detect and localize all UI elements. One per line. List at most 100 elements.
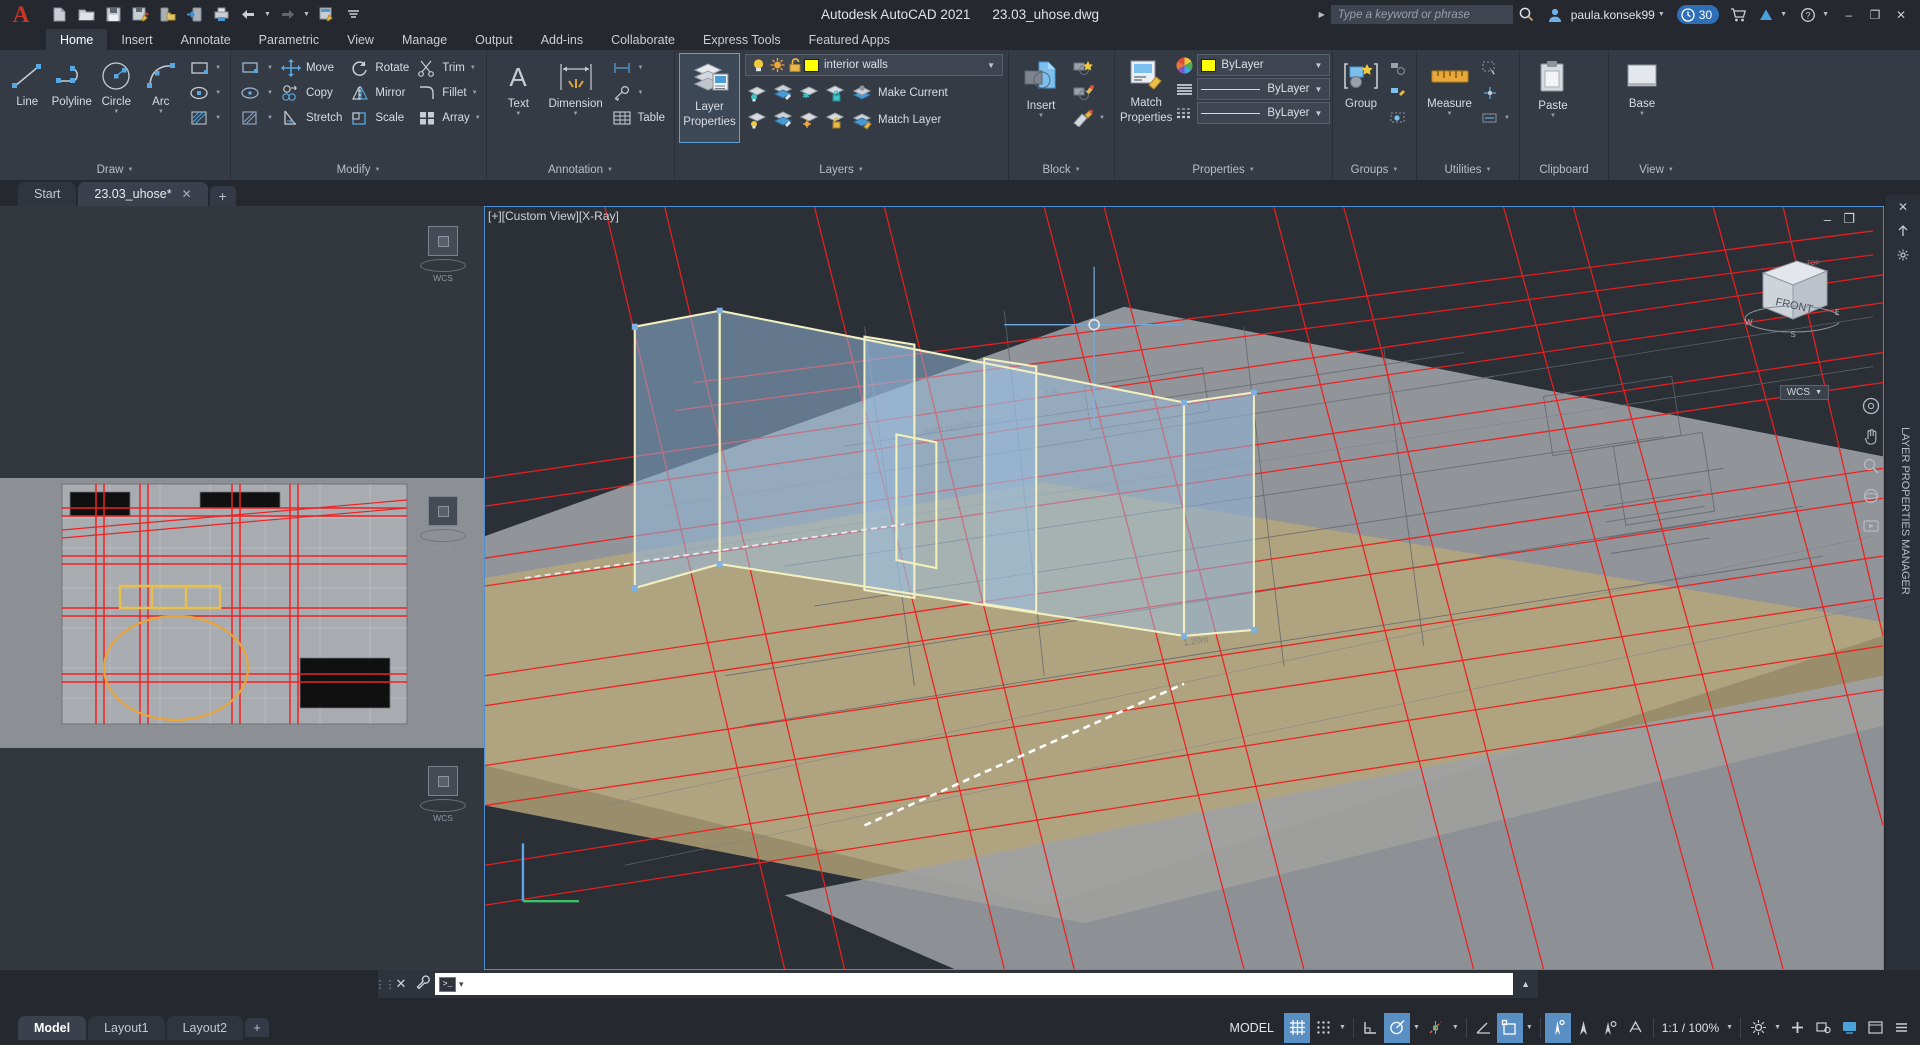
tab-parametric[interactable]: Parametric <box>245 29 333 50</box>
group-edit-button[interactable] <box>1385 80 1411 105</box>
paste-button[interactable]: Paste ▼ <box>1525 55 1581 119</box>
selection-cycling-toggle[interactable] <box>1597 1013 1623 1043</box>
draw-circle-caret-icon[interactable]: ▼ <box>113 109 119 115</box>
customization-menu-icon[interactable] <box>1888 1013 1914 1043</box>
object-snap-tracking-caret-icon[interactable]: ▼ <box>1449 1024 1462 1031</box>
shopping-cart-icon[interactable] <box>1724 0 1752 29</box>
panel-block-title[interactable]: Block ▼ <box>1009 159 1114 180</box>
drawing-canvas[interactable]: main facade section 1.20m A-A <box>485 207 1883 969</box>
command-history-caret-icon[interactable]: ▾ <box>459 979 468 990</box>
modify-move-button[interactable]: Move <box>277 55 346 80</box>
open-file-icon[interactable] <box>73 3 99 27</box>
redo-icon[interactable] <box>274 3 300 27</box>
panel-layers-title[interactable]: Layers ▼ <box>675 159 1008 180</box>
polar-tracking-caret-icon[interactable]: ▼ <box>1410 1024 1423 1031</box>
ungroup-button[interactable] <box>1385 55 1411 80</box>
file-tab-add-button[interactable]: + <box>209 186 236 206</box>
tab-annotate[interactable]: Annotate <box>167 29 245 50</box>
object-snap-tracking-toggle[interactable] <box>1423 1013 1449 1043</box>
modify-trim-button[interactable]: Trim ▼ <box>413 55 484 80</box>
panel-utilities-caret-icon[interactable]: ▼ <box>1486 167 1492 173</box>
modify-erase-button[interactable]: ▼ <box>236 55 277 80</box>
snap-mode-toggle[interactable] <box>1310 1013 1336 1043</box>
modify-explode-caret-icon[interactable]: ▼ <box>267 115 273 121</box>
property-linetype-caret-icon[interactable]: ▼ <box>1310 85 1328 94</box>
paste-caret-icon[interactable]: ▼ <box>1550 113 1556 119</box>
modify-trim-caret-icon[interactable]: ▼ <box>470 65 476 71</box>
tab-featured-apps[interactable]: Featured Apps <box>795 29 904 50</box>
panel-annotation-caret-icon[interactable]: ▼ <box>607 167 613 173</box>
layout-tab-layout1[interactable]: Layout1 <box>88 1015 165 1040</box>
batch-plot-icon[interactable] <box>313 3 339 27</box>
panel-pin-icon[interactable] <box>1885 219 1920 243</box>
tab-manage[interactable]: Manage <box>388 29 461 50</box>
layer-unlock-icon[interactable] <box>787 57 804 74</box>
help-dropdown-caret-icon[interactable]: ▼ <box>1822 11 1829 18</box>
new-file-icon[interactable] <box>46 3 72 27</box>
annotation-scale-caret-icon[interactable]: ▼ <box>1723 1024 1736 1031</box>
main-viewport[interactable]: main facade section 1.20m A-A <box>484 206 1884 970</box>
command-line-grip[interactable]: ⋮⋮ <box>375 974 396 994</box>
base-view-caret-icon[interactable]: ▼ <box>1639 111 1645 117</box>
save-to-web-icon[interactable] <box>154 3 180 27</box>
panel-draw-title[interactable]: Draw ▼ <box>0 159 230 180</box>
layer-merge-icon[interactable] <box>771 108 795 132</box>
layer-thaw-icon[interactable] <box>768 57 787 74</box>
panel-settings-icon[interactable] <box>1885 243 1920 267</box>
block-attributes-caret-icon[interactable]: ▼ <box>1099 115 1105 121</box>
measure-button[interactable]: Measure ▼ <box>1422 55 1477 117</box>
customize-qat-icon[interactable] <box>340 3 366 27</box>
property-linetype-dropdown[interactable]: ByLayer ▼ <box>1197 78 1331 100</box>
workspace-switching-icon[interactable] <box>1745 1013 1771 1043</box>
command-line[interactable]: ⋮⋮ ✕ >_ ▾ ▲ <box>375 970 1538 998</box>
block-insert-caret-icon[interactable]: ▼ <box>1038 113 1044 119</box>
panel-draw-caret-icon[interactable]: ▼ <box>127 167 133 173</box>
viewport-bottom-left[interactable]: WCS <box>0 748 484 970</box>
command-input-wrap[interactable]: >_ ▾ <box>435 973 1514 995</box>
steering-wheel-icon[interactable] <box>1862 397 1880 420</box>
wrench-icon[interactable] <box>411 975 435 993</box>
tab-home[interactable]: Home <box>46 29 108 50</box>
draw-circle-button[interactable]: Circle ▼ <box>94 55 139 115</box>
layout-tab-add-button[interactable]: + <box>245 1018 270 1037</box>
base-view-button[interactable]: Base ▼ <box>1614 55 1670 117</box>
modify-offset-button[interactable]: ▼ <box>236 80 277 105</box>
object-snap-toggle[interactable] <box>1496 1012 1523 1043</box>
layout-tab-layout2[interactable]: Layout2 <box>166 1015 244 1040</box>
current-layer-caret-icon[interactable]: ▼ <box>982 61 1000 70</box>
annotation-linear-button[interactable]: ▼ <box>607 55 670 80</box>
panel-view-caret-icon[interactable]: ▼ <box>1668 167 1674 173</box>
draw-hatch-caret-icon[interactable]: ▼ <box>215 115 221 121</box>
search-expand-caret-icon[interactable]: ▶ <box>1319 10 1325 19</box>
property-lineweight-caret-icon[interactable]: ▼ <box>1310 109 1328 118</box>
draw-arc-button[interactable]: Arc ▼ <box>139 55 184 115</box>
undo-dropdown-caret-icon[interactable]: ▼ <box>262 3 273 27</box>
user-dropdown-caret-icon[interactable]: ▼ <box>1658 11 1665 18</box>
file-tab-close-icon[interactable]: ✕ <box>182 187 192 201</box>
annotation-scale-value[interactable]: 1:1 / 100% <box>1658 1021 1723 1035</box>
modify-array-button[interactable]: Array ▼ <box>413 105 484 130</box>
layout-tab-model[interactable]: Model <box>18 1015 87 1040</box>
layer-unlock-all-icon[interactable] <box>823 108 847 132</box>
panel-groups-title[interactable]: Groups ▼ <box>1333 159 1416 180</box>
save-file-icon[interactable] <box>100 3 126 27</box>
panel-annotation-title[interactable]: Annotation ▼ <box>487 159 674 180</box>
search-input[interactable] <box>1330 5 1513 24</box>
panel-layers-caret-icon[interactable]: ▼ <box>858 167 864 173</box>
help-icon[interactable]: ? <box>1794 0 1822 29</box>
annotation-visibility-toggle[interactable] <box>1623 1013 1649 1043</box>
viewport-maximize-button[interactable]: ❐ <box>1843 211 1855 227</box>
draw-rectangle-button[interactable]: ▼ <box>185 55 225 80</box>
workspace-switching-caret-icon[interactable]: ▼ <box>1771 1024 1784 1031</box>
wcs-badge[interactable]: WCS ▼ <box>1779 385 1829 400</box>
property-color-caret-icon[interactable]: ▼ <box>1310 61 1328 70</box>
modify-erase-caret-icon[interactable]: ▼ <box>267 65 273 71</box>
user-name[interactable]: paula.konsek99 <box>1571 8 1655 22</box>
polar-tracking-toggle[interactable] <box>1383 1012 1410 1043</box>
panel-properties-title[interactable]: Properties ▼ <box>1115 159 1332 180</box>
orbit-icon[interactable] <box>1862 487 1880 510</box>
window-close-button[interactable]: ✕ <box>1888 0 1914 29</box>
modify-mirror-button[interactable]: Mirror <box>346 80 413 105</box>
ortho-mode-toggle[interactable] <box>1358 1013 1384 1043</box>
grid-display-toggle[interactable] <box>1284 1012 1310 1043</box>
